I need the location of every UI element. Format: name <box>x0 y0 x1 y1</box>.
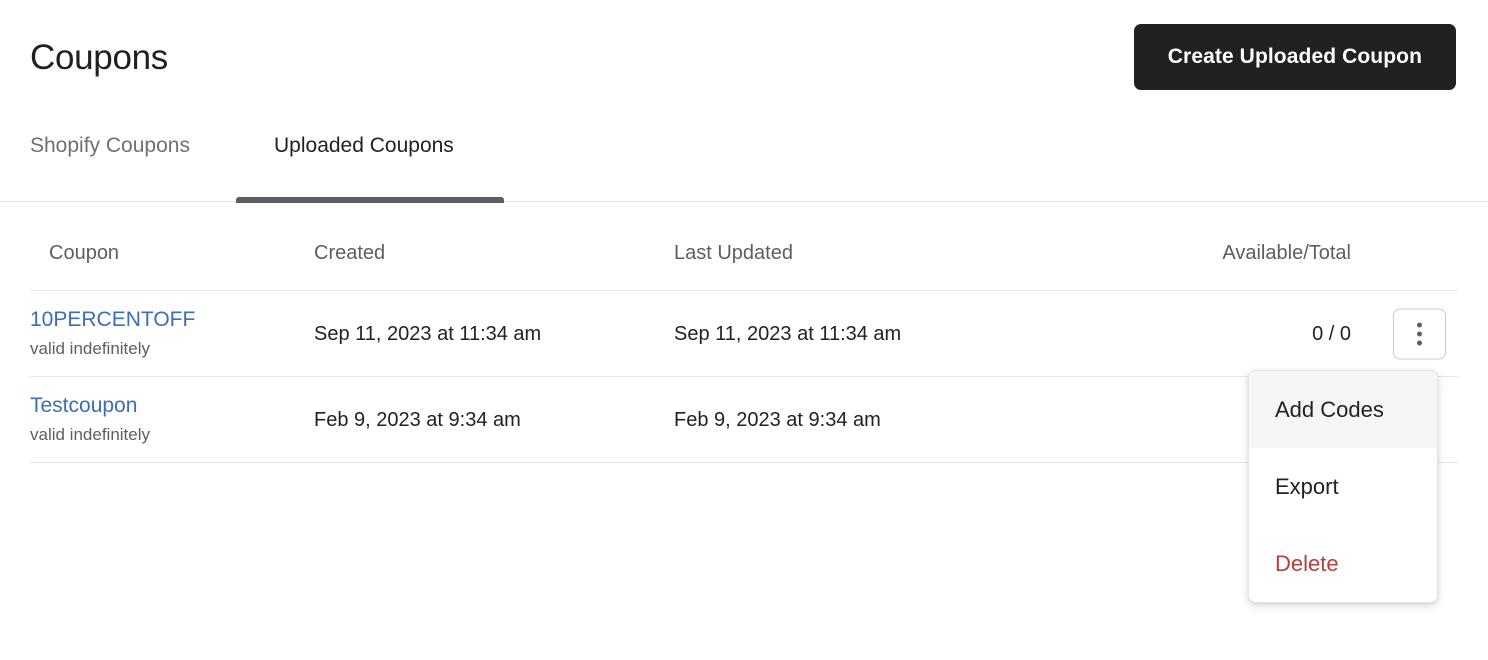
coupons-table: Coupon Created Last Updated Available/To… <box>30 240 1458 463</box>
cell-last-updated: Feb 9, 2023 at 9:34 am <box>674 376 1204 463</box>
coupon-link[interactable]: Testcoupon <box>30 393 314 419</box>
table-head: Coupon Created Last Updated Available/To… <box>30 240 1458 291</box>
coupons-table-container: Coupon Created Last Updated Available/To… <box>30 240 1458 463</box>
tab-shopify-coupons-label: Shopify Coupons <box>30 134 190 157</box>
menu-item-export[interactable]: Export <box>1249 448 1437 525</box>
menu-item-delete[interactable]: Delete <box>1249 525 1437 602</box>
kebab-dot-2 <box>1417 331 1422 336</box>
cell-available-total: 0 / 0 <box>1204 290 1458 377</box>
table-body: 10PERCENTOFF valid indefinitely Sep 11, … <box>30 290 1458 463</box>
cell-coupon: Testcoupon valid indefinitely <box>30 376 314 463</box>
available-total-value: 0 / 0 <box>1312 322 1351 345</box>
cell-created: Feb 9, 2023 at 9:34 am <box>314 376 674 463</box>
page-header: Coupons Create Uploaded Coupon <box>0 0 1488 108</box>
coupon-validity: valid indefinitely <box>30 339 151 358</box>
row-actions-kebab-icon[interactable] <box>1393 308 1446 359</box>
table-header-row: Coupon Created Last Updated Available/To… <box>30 240 1458 291</box>
tabs-divider <box>0 201 1488 202</box>
column-header-available-total: Available/Total <box>1204 240 1458 291</box>
create-uploaded-coupon-button[interactable]: Create Uploaded Coupon <box>1133 24 1456 90</box>
page-title: Coupons <box>30 38 169 77</box>
tab-shopify-coupons[interactable]: Shopify Coupons <box>30 120 190 202</box>
cell-last-updated: Sep 11, 2023 at 11:34 am <box>674 290 1204 377</box>
cell-coupon: 10PERCENTOFF valid indefinitely <box>30 290 314 377</box>
row-actions-dropdown-menu: Add Codes Export Delete <box>1248 370 1438 603</box>
cell-created: Sep 11, 2023 at 11:34 am <box>314 290 674 377</box>
kebab-dot-3 <box>1417 340 1422 345</box>
tab-uploaded-coupons-label: Uploaded Coupons <box>274 134 454 157</box>
table-row[interactable]: Testcoupon valid indefinitely Feb 9, 202… <box>30 376 1458 463</box>
tab-uploaded-coupons[interactable]: Uploaded Coupons <box>274 120 454 202</box>
table-row[interactable]: 10PERCENTOFF valid indefinitely Sep 11, … <box>30 290 1458 377</box>
tabs-bar: Shopify Coupons Uploaded Coupons <box>0 120 1488 202</box>
menu-item-add-codes[interactable]: Add Codes <box>1249 371 1437 448</box>
coupon-link[interactable]: 10PERCENTOFF <box>30 307 314 333</box>
column-header-coupon: Coupon <box>30 240 314 291</box>
kebab-dot-1 <box>1417 322 1422 327</box>
column-header-created: Created <box>314 240 674 291</box>
column-header-last-updated: Last Updated <box>674 240 1204 291</box>
coupon-validity: valid indefinitely <box>30 425 151 444</box>
tab-active-indicator <box>236 197 504 203</box>
